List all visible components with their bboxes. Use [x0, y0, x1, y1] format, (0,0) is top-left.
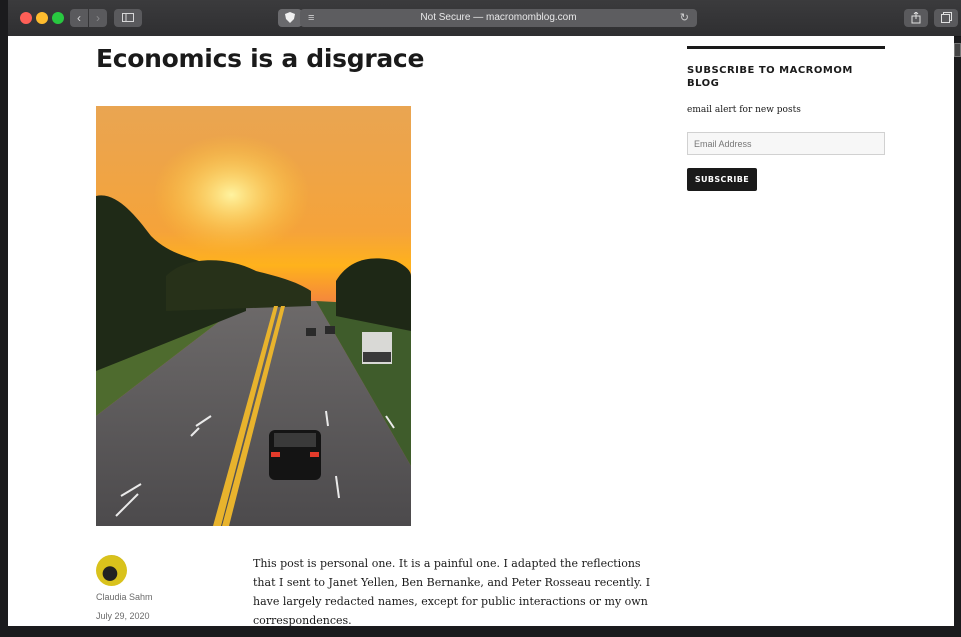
browser-toolbar: ‹ › ≡ Not Secure — macromomblog.com ↻ — [8, 0, 961, 37]
post-title: Economics is a disgrace — [96, 44, 425, 73]
address-bar[interactable]: ≡ Not Secure — macromomblog.com ↻ — [300, 9, 697, 27]
share-icon — [911, 11, 921, 24]
sidebar-icon — [122, 13, 134, 22]
back-button[interactable]: ‹ — [70, 9, 88, 27]
page-viewport: Economics is a disgrace Claudia Sahm Jul… — [8, 36, 954, 626]
subscribe-widget-description: email alert for new posts — [687, 105, 801, 115]
subscribe-button[interactable]: SUBSCRIBE — [687, 168, 757, 191]
featured-image — [96, 106, 411, 526]
scrollbar-marker[interactable] — [954, 43, 961, 57]
tabs-icon — [940, 12, 952, 23]
share-button[interactable] — [904, 9, 928, 27]
email-input[interactable] — [687, 132, 885, 155]
sidebar-toggle-button[interactable] — [114, 9, 142, 27]
close-window-button[interactable] — [20, 12, 32, 24]
sunset-road-photo — [96, 106, 411, 526]
shield-icon — [285, 12, 295, 23]
chevron-right-icon: › — [96, 11, 100, 25]
forward-button[interactable]: › — [89, 9, 107, 27]
tabs-overview-button[interactable] — [934, 9, 958, 27]
author-name[interactable]: Claudia Sahm — [96, 592, 153, 602]
post-body-paragraph: This post is personal one. It is a painf… — [253, 557, 651, 626]
author-avatar[interactable] — [96, 555, 127, 586]
privacy-shield-button[interactable] — [278, 9, 302, 27]
reader-icon[interactable]: ≡ — [308, 9, 314, 27]
address-text: Not Secure — macromomblog.com — [420, 12, 577, 23]
widget-divider — [687, 46, 885, 49]
chevron-left-icon: ‹ — [77, 11, 81, 25]
reload-icon[interactable]: ↻ — [680, 9, 689, 27]
subscribe-widget-title: SUBSCRIBE TO MACROMOM BLOG — [687, 65, 853, 89]
maximize-window-button[interactable] — [52, 12, 64, 24]
minimize-window-button[interactable] — [36, 12, 48, 24]
post-date[interactable]: July 29, 2020 — [96, 611, 150, 621]
